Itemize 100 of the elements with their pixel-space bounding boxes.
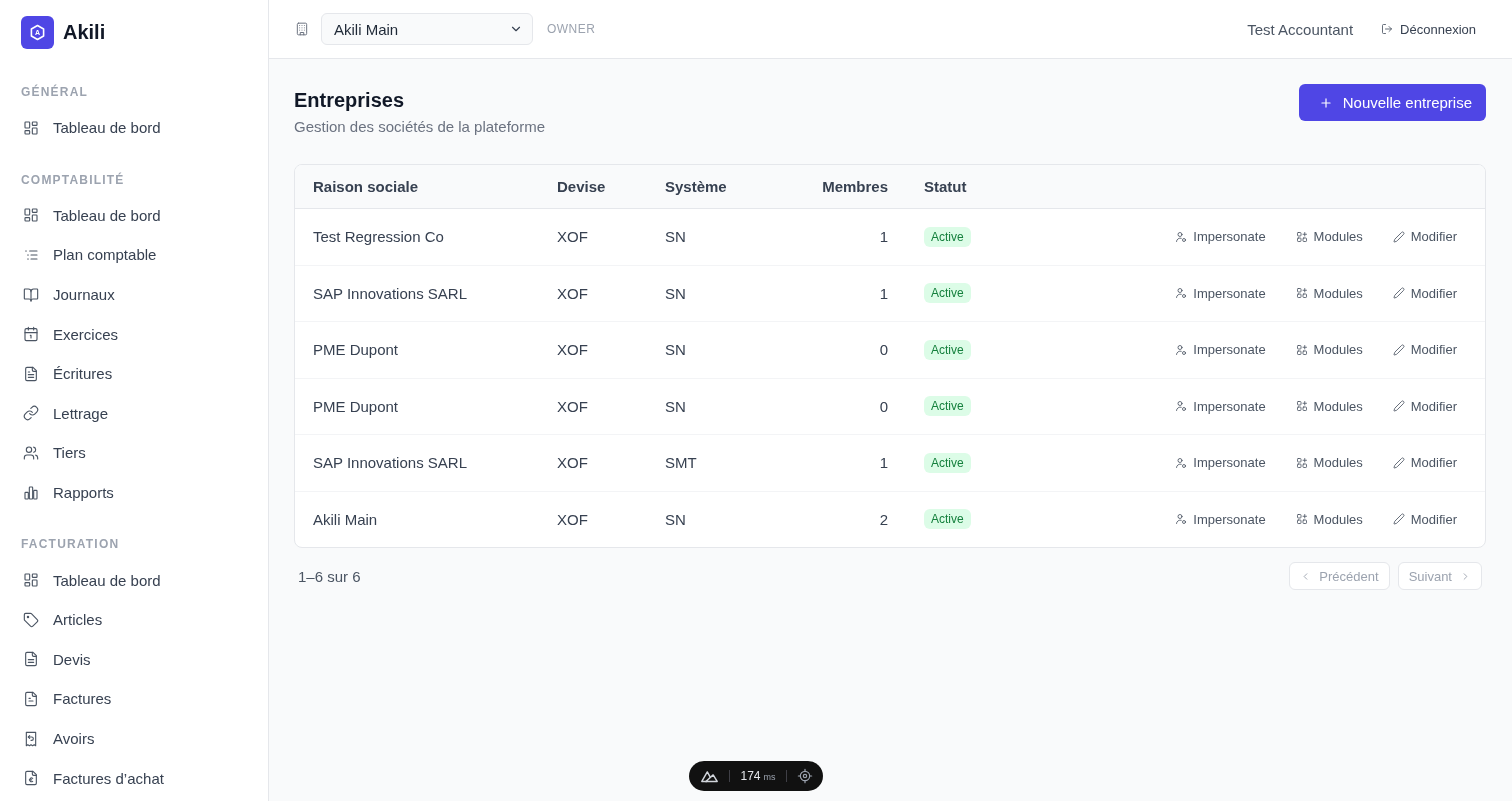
grid-plus-icon [1295,513,1308,526]
table-cell-text: SN [664,340,687,361]
building-icon [295,22,309,36]
sidebar-item[interactable]: Devis [12,639,256,680]
mountain-icon[interactable] [700,769,719,783]
logout-button[interactable]: Déconnexion [1373,15,1484,43]
status-badge: Active [924,283,971,304]
sidebar-item[interactable]: Tableau de bord [12,108,256,148]
column-header: Devise [556,177,607,197]
sidebar-item[interactable]: Exercices [12,314,256,354]
sidebar-item[interactable]: Journaux [12,274,256,315]
grid-icon [23,119,39,136]
link-icon [23,405,39,422]
user-icon [1175,287,1188,300]
table-cell-text: SN [664,283,687,304]
user-icon [1175,513,1188,526]
section-heading: GÉNÉRAL [20,84,90,100]
edit-button[interactable]: Modifier [1386,451,1463,475]
impersonate-button[interactable]: Impersonate [1169,225,1272,249]
table-cell-text: SN [664,509,687,530]
column-header: Statut [923,177,968,197]
target-icon[interactable] [796,768,813,784]
sidebar-item[interactable]: Factures [12,679,256,719]
grid-icon [23,207,39,224]
status-badge: Active [924,396,971,417]
table-cell-text: 0 [878,396,889,417]
bar-chart-icon [23,484,39,501]
edit-button[interactable]: Modifier [1386,338,1463,362]
table-cell-text: 1 [878,453,889,474]
impersonate-button[interactable]: Impersonate [1169,338,1272,362]
sidebar-item[interactable]: Écritures [12,353,256,394]
section-heading: FACTURATION [20,536,121,553]
sidebar-item[interactable]: Tableau de bord [12,195,256,236]
table-cell-text: XOF [556,283,589,304]
pencil-icon [1392,230,1405,243]
user-icon [1175,400,1188,413]
logout-icon [1381,23,1394,35]
edit-button[interactable]: Modifier [1386,225,1463,249]
column-header: Membres [821,177,889,197]
edit-button[interactable]: Modifier [1386,507,1463,531]
table-cell-text: XOF [556,509,589,530]
status-badge: Active [924,226,971,247]
user-icon [1175,343,1188,356]
table-cell-text: 0 [878,340,889,361]
document-icon [23,365,39,382]
sidebar-item[interactable]: Tiers [12,433,256,473]
sidebar-item[interactable]: Rapports [12,472,256,513]
new-company-button[interactable]: Nouvelle entreprise [1298,84,1486,121]
table-cell-text: Test Regression Co [312,227,445,248]
user-icon [1175,456,1188,469]
column-header: Raison sociale [312,177,420,197]
grid-plus-icon [1295,230,1308,243]
table-cell-text: XOF [556,396,589,417]
page-title: Entreprises [294,88,406,113]
impersonate-button[interactable]: Impersonate [1169,451,1272,475]
modules-button[interactable]: Modules [1289,394,1369,418]
document-icon [23,690,39,707]
page-subtitle: Gestion des sociétés de la plateforme [294,117,545,137]
impersonate-button[interactable]: Impersonate [1169,394,1272,418]
grid-plus-icon [1295,287,1308,300]
calendar-icon [23,326,39,343]
brand-name: Akili [63,21,106,44]
document-icon [23,651,39,668]
sidebar-item[interactable]: Avoirs [12,718,256,759]
table-cell-text: XOF [556,453,589,474]
status-badge: Active [924,509,971,530]
table-cell-text: SAP Innovations SARL [312,283,468,304]
sidebar-item[interactable]: Tableau de bord [12,560,256,600]
pencil-icon [1392,343,1405,356]
tag-icon [23,611,39,628]
sidebar-item[interactable]: Plan comptable [12,235,256,275]
pencil-icon [1392,456,1405,469]
sidebar-item[interactable]: Factures d’achat [12,758,256,798]
role-label: OWNER [547,22,596,36]
list-icon [23,247,39,263]
table-cell-text: Akili Main [312,509,379,530]
status-badge: Active [924,339,971,360]
pencil-icon [1392,400,1405,413]
edit-button[interactable]: Modifier [1386,394,1463,418]
sidebar-item[interactable]: Articles [12,599,256,640]
table-cell-text: SN [664,396,687,417]
impersonate-button[interactable]: Impersonate [1169,507,1272,531]
company-select[interactable]: Akili Main [321,13,533,45]
modules-button[interactable]: Modules [1289,451,1369,475]
table-cell-text: XOF [556,340,589,361]
pencil-icon [1392,513,1405,526]
modules-button[interactable]: Modules [1289,338,1369,362]
modules-button[interactable]: Modules [1289,281,1369,305]
modules-button[interactable]: Modules [1289,507,1369,531]
user-name: Test Accountant [1247,20,1354,38]
edit-button[interactable]: Modifier [1386,281,1463,305]
timing-value: 174 [740,769,761,783]
document-icon [23,770,39,787]
pencil-icon [1392,287,1405,300]
sidebar-item[interactable]: Lettrage [12,393,256,434]
modules-button[interactable]: Modules [1289,225,1369,249]
table-cell-text: 2 [878,509,889,530]
impersonate-button[interactable]: Impersonate [1169,281,1272,305]
table-cell-text: PME Dupont [312,396,400,417]
table-cell-text: SN [664,227,687,248]
